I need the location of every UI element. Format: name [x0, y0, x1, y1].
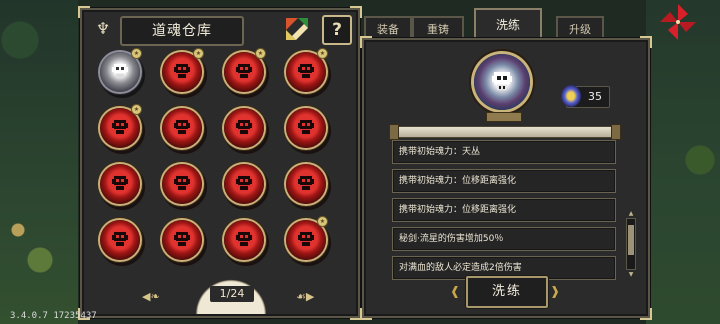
- star-badge-icon: ★: [131, 48, 142, 59]
- currency-value: 35: [588, 90, 602, 103]
- soul-warehouse-panel: ♆ 道魂仓库 ? ★ ★ ★ ★ ★ ★ ◀❧ 1/24 ☙▶: [78, 6, 362, 320]
- red-soul-orb: [224, 164, 264, 204]
- attribute-scrollbar[interactable]: ▲ ▼: [626, 210, 636, 278]
- game-scene-right: [646, 0, 720, 324]
- soul-orb-slot[interactable]: [98, 162, 142, 206]
- arrow-left-icon[interactable]: ◀❧: [142, 290, 160, 303]
- soul-orb-slot[interactable]: [222, 218, 266, 262]
- attribute-row[interactable]: 携带初始魂力：天丛: [392, 140, 616, 164]
- soul-orb-slot[interactable]: [222, 162, 266, 206]
- attribute-row[interactable]: 携带初始魂力：位移距离强化: [392, 198, 616, 222]
- help-button[interactable]: ?: [322, 15, 352, 45]
- star-badge-icon: ★: [317, 216, 328, 227]
- arrow-right-icon[interactable]: ☙▶: [296, 290, 314, 303]
- soul-rack-icon: ♆: [95, 19, 111, 38]
- soul-orb-slot[interactable]: [284, 106, 328, 150]
- soul-orb-slot[interactable]: ★: [284, 216, 328, 262]
- red-soul-orb: [162, 108, 202, 148]
- reroll-button[interactable]: 洗练: [466, 276, 548, 308]
- red-soul-orb: [100, 164, 140, 204]
- soul-orb-slot[interactable]: [160, 106, 204, 150]
- soul-orb-slot[interactable]: ★: [98, 104, 142, 150]
- red-soul-orb: [224, 220, 264, 260]
- red-soul-orb: [100, 220, 140, 260]
- red-soul-orb: [286, 108, 326, 148]
- panel-title: 道魂仓库: [120, 16, 244, 46]
- scroll-divider: [389, 124, 621, 140]
- pinwheel-icon[interactable]: [658, 2, 698, 42]
- star-badge-icon: ★: [317, 48, 328, 59]
- red-soul-orb: [162, 164, 202, 204]
- wing-left-icon: ❰: [450, 284, 461, 298]
- soul-orb-slot[interactable]: ★: [222, 48, 266, 94]
- attribute-row[interactable]: 秘剑·流星的伤害增加50％: [392, 227, 616, 251]
- scroll-thumb[interactable]: [628, 225, 634, 255]
- wing-right-icon: ❱: [550, 284, 561, 298]
- version-label: 3.4.0.7 17235437: [10, 311, 97, 321]
- soul-orb-slot[interactable]: ★: [160, 48, 204, 94]
- soul-orb-slot[interactable]: [98, 218, 142, 262]
- attribute-list: 携带初始魂力：天丛 携带初始魂力：位移距离强化 携带初始魂力：位移距离强化 秘剑…: [392, 140, 616, 285]
- star-badge-icon: ★: [193, 48, 204, 59]
- sort-icon[interactable]: [284, 16, 310, 42]
- scroll-up-icon[interactable]: ▲: [627, 210, 635, 217]
- soul-orb-slot[interactable]: [160, 162, 204, 206]
- red-soul-orb: [286, 164, 326, 204]
- red-soul-orb: [162, 220, 202, 260]
- soul-orb-slot[interactable]: [160, 218, 204, 262]
- tab-reroll[interactable]: 洗练: [474, 8, 542, 42]
- soul-gem-icon: [561, 85, 581, 107]
- skull-icon: [492, 72, 512, 90]
- scroll-down-icon[interactable]: ▼: [627, 271, 635, 278]
- soul-orb-slot[interactable]: [222, 106, 266, 150]
- star-badge-icon: ★: [131, 104, 142, 115]
- reroll-panel: 35 携带初始魂力：天丛 携带初始魂力：位移距离强化 携带初始魂力：位移距离强化…: [360, 36, 652, 320]
- currency-display: 35: [561, 85, 610, 108]
- page-indicator: 1/24: [210, 286, 254, 302]
- star-badge-icon: ★: [255, 48, 266, 59]
- orb-stand: [486, 112, 522, 122]
- red-soul-orb: [224, 108, 264, 148]
- soul-orb-grid: ★ ★ ★ ★ ★ ★: [98, 48, 348, 270]
- selected-soul-orb: [474, 54, 530, 110]
- soul-orb-slot[interactable]: ★: [98, 48, 142, 94]
- soul-orb-slot[interactable]: ★: [284, 48, 328, 94]
- attribute-row[interactable]: 携带初始魂力：位移距离强化: [392, 169, 616, 193]
- game-scene-left: [0, 0, 78, 324]
- soul-orb-slot[interactable]: [284, 162, 328, 206]
